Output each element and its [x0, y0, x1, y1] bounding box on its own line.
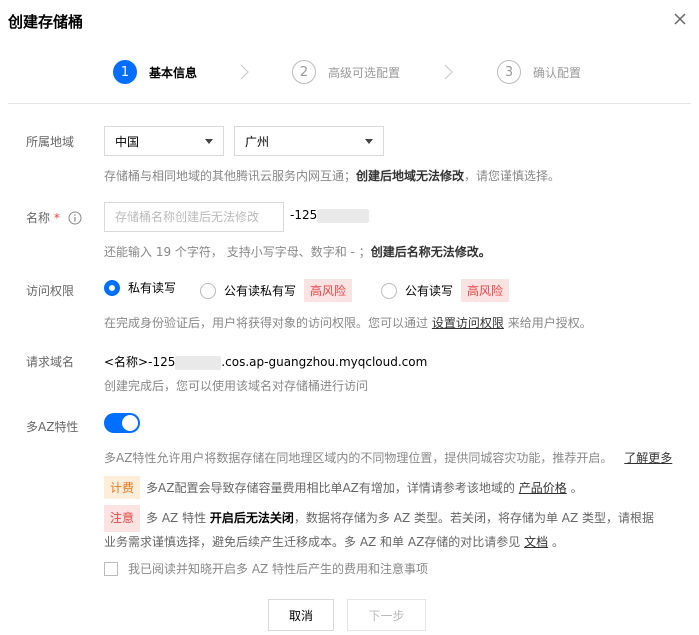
country-value: 中国 [115, 134, 140, 149]
radio-private[interactable]: 私有读写 [104, 279, 176, 296]
step-label: 基本信息 [149, 65, 198, 80]
city-select[interactable]: 广州 [234, 126, 384, 156]
chevron-right-icon [240, 64, 249, 80]
step-advanced-config: 2 高级可选配置 [292, 58, 400, 86]
caret-down-icon [205, 139, 213, 144]
country-select[interactable]: 中国 [104, 126, 224, 156]
pricing-link[interactable]: 产品价格 [519, 481, 567, 495]
radio-indicator [104, 279, 120, 296]
risk-badge: 高风险 [461, 279, 510, 302]
note-notice: 注意多 AZ 特性 开启后无法关闭，数据将存储为多 AZ 类型。若关闭，将存储为… [104, 505, 674, 553]
dialog-title: 创建存储桶 [8, 13, 84, 31]
docs-link[interactable]: 文档 [524, 535, 548, 549]
fee-notice: 计费 多AZ配置会导致存储容量费用相比单AZ有增加，详情请参考该地域的 产品价格 … [104, 476, 583, 499]
fee-tag: 计费 [104, 476, 141, 499]
chevron-right-icon [444, 64, 453, 80]
access-help: 在完成身份验证后，用户将获得对象的访问权限。您可以通过 设置访问权限 来给用户授… [104, 316, 592, 330]
name-help: 还能输入 19 个字符， 支持小写字母、数字和 - ；创建后名称无法修改。 [104, 245, 491, 259]
cancel-button[interactable]: 取消 [268, 599, 334, 631]
region-help: 存储桶与相同地域的其他腾讯云服务内网互通；创建后地域无法修改，请您谨慎选择。 [104, 169, 561, 183]
access-label: 访问权限 [26, 284, 75, 298]
ack-checkbox[interactable]: 我已阅读并知晓开启多 AZ 特性后产生的费用和注意事项 [104, 560, 428, 577]
toggle-knob [122, 415, 138, 431]
set-access-link[interactable]: 设置访问权限 [432, 316, 504, 330]
domain-help: 创建完成后，您可以使用该域名对存储桶进行访问 [104, 379, 369, 393]
step-number: 3 [497, 60, 521, 84]
name-label: 名称 * [26, 209, 82, 226]
multi-az-label: 多AZ特性 [26, 420, 79, 434]
region-label: 所属地域 [26, 135, 75, 149]
multi-az-desc: 多AZ特性允许用户将数据存储在同地理区域内的不同物理位置，提供同城容灾功能，推荐… [104, 451, 673, 465]
note-tag: 注意 [104, 505, 141, 532]
step-number: 1 [113, 60, 137, 84]
radio-public-read-write[interactable]: 公有读写 高风险 [381, 279, 510, 302]
step-label: 高级可选配置 [328, 65, 401, 80]
domain-value: <名称>-125 .cos.ap-guangzhou.myqcloud.com [104, 355, 428, 370]
learn-more-link[interactable]: 了解更多 [624, 451, 672, 465]
checkbox-box [104, 561, 118, 576]
step-number: 2 [292, 60, 316, 84]
redacted-appid [175, 355, 222, 370]
domain-label: 请求域名 [26, 355, 75, 369]
header-divider [8, 103, 691, 104]
step-basic-info: 1 基本信息 [113, 58, 197, 86]
radio-public-read[interactable]: 公有读私有写 高风险 [200, 279, 353, 302]
info-icon[interactable] [68, 211, 82, 225]
step-label: 确认配置 [533, 65, 582, 80]
radio-indicator [200, 282, 216, 299]
caret-down-icon [365, 139, 373, 144]
bucket-name-input[interactable] [104, 202, 284, 232]
create-bucket-dialog: 创建存储桶 1 基本信息 2 高级可选配置 3 确认配置 所属地域 中国 广州 … [0, 0, 699, 635]
ack-label: 我已阅读并知晓开启多 AZ 特性后产生的费用和注意事项 [128, 562, 429, 576]
close-icon[interactable] [671, 10, 689, 28]
required-mark: * [53, 211, 60, 225]
next-button[interactable]: 下一步 [347, 599, 426, 631]
step-indicator: 1 基本信息 2 高级可选配置 3 确认配置 [0, 58, 699, 86]
multi-az-toggle[interactable] [104, 413, 140, 433]
redacted-appid [317, 208, 370, 223]
city-value: 广州 [245, 134, 270, 149]
radio-indicator [381, 282, 397, 299]
appid-suffix: -125 [290, 208, 370, 223]
risk-badge: 高风险 [304, 279, 353, 302]
step-confirm: 3 确认配置 [497, 58, 581, 86]
